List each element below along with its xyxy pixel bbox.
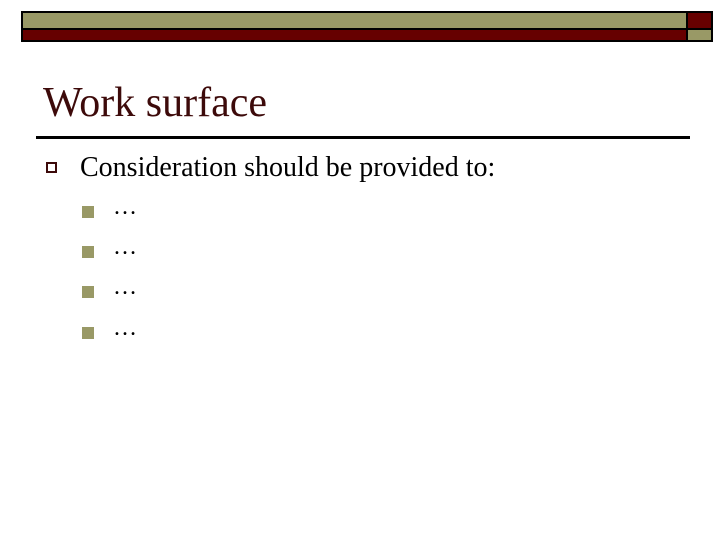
sub-bullet-text: … xyxy=(113,234,137,260)
slide-title: Work surface xyxy=(43,80,268,126)
hollow-square-bullet-icon xyxy=(46,162,57,173)
header-decoration-bar xyxy=(21,11,713,42)
bullet-text: Consideration should be provided to: xyxy=(80,152,496,183)
olive-corner-square xyxy=(688,30,711,40)
sub-bullet-text: … xyxy=(113,194,137,220)
title-underline xyxy=(36,136,690,139)
filled-square-bullet-icon xyxy=(82,246,94,258)
olive-stripe xyxy=(23,13,686,28)
filled-square-bullet-icon xyxy=(82,206,94,218)
filled-square-bullet-icon xyxy=(82,286,94,298)
red-corner-square xyxy=(688,13,711,28)
filled-square-bullet-icon xyxy=(82,327,94,339)
sub-bullet-text: … xyxy=(113,315,137,341)
sub-bullet-text: … xyxy=(113,274,137,300)
red-stripe xyxy=(23,30,686,40)
